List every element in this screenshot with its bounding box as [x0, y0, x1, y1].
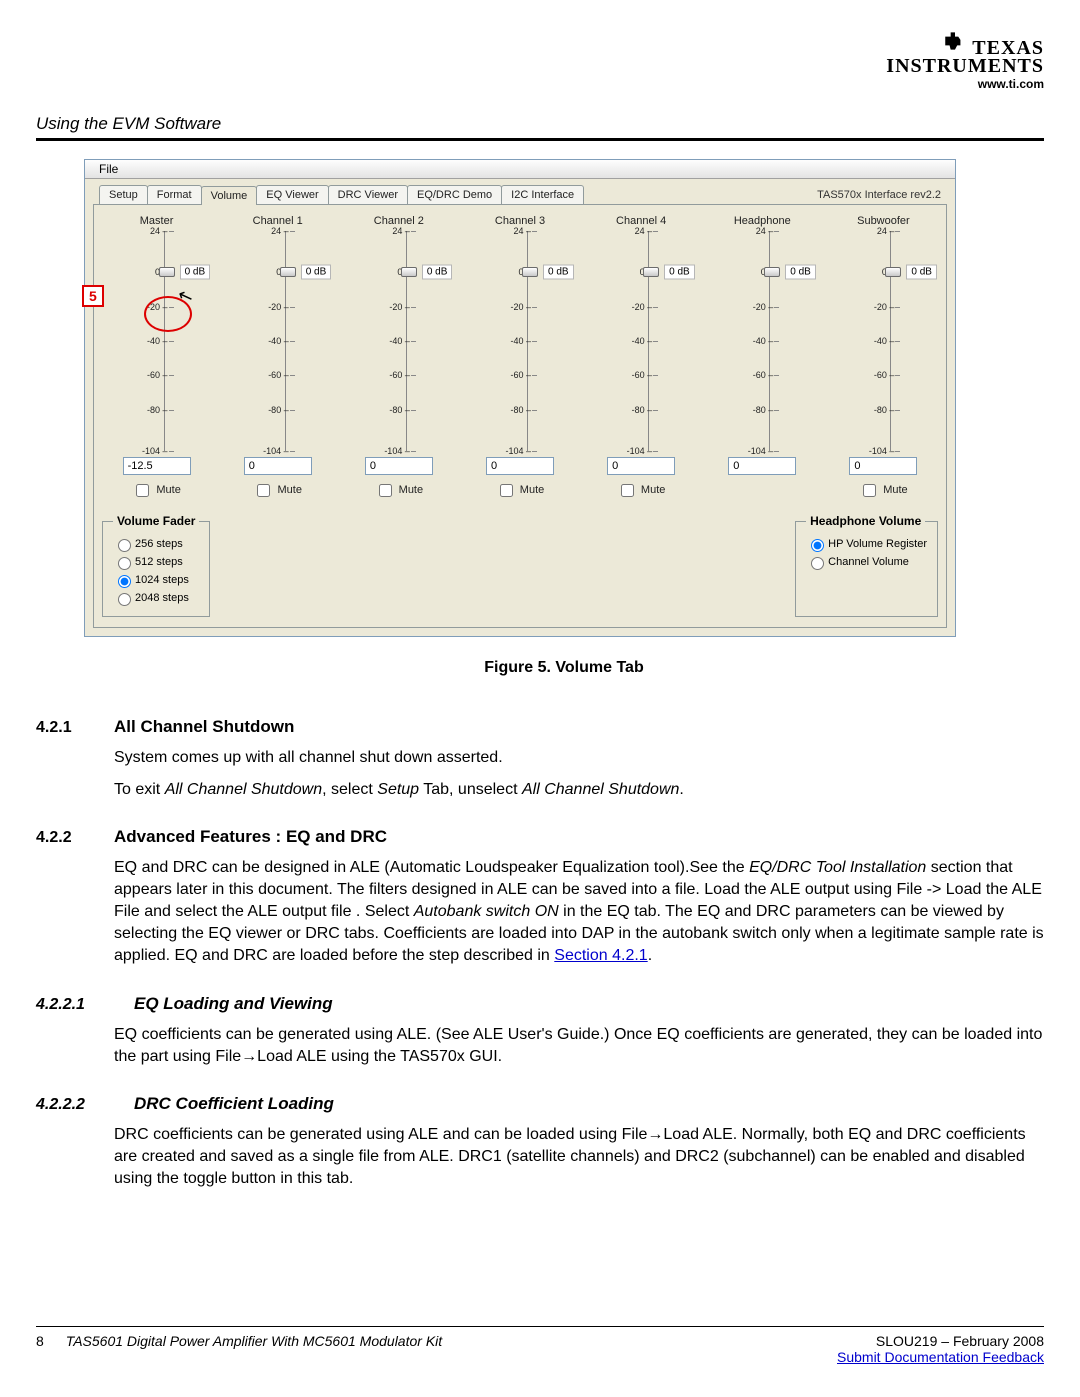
section-number: 4.2.2	[36, 829, 88, 847]
slider-value-input[interactable]	[123, 457, 191, 475]
gui-tabs: SetupFormatVolumeEQ ViewerDRC ViewerEQ/D…	[85, 179, 955, 204]
subsection-number: 4.2.2.2	[36, 1096, 108, 1114]
radio-1024-steps[interactable]: 1024 steps	[113, 572, 199, 588]
ti-chip-icon	[942, 28, 968, 54]
channel-subwoofer: Subwoofer24 –0 –-20 –-40 –-60 –-80 –-104…	[827, 215, 940, 500]
mute-checkbox[interactable]: Mute	[617, 484, 666, 496]
slider-badge: 0 dB	[906, 265, 937, 280]
mute-checkbox[interactable]: Mute	[496, 484, 545, 496]
slider-badge: 0 dB	[543, 265, 574, 280]
slider-badge: 0 dB	[785, 265, 816, 280]
tab-volume[interactable]: Volume	[201, 186, 258, 205]
tab-format[interactable]: Format	[147, 185, 202, 204]
slider-value-input[interactable]	[849, 457, 917, 475]
slider-badge: 0 dB	[664, 265, 695, 280]
cursor-icon: ↖	[174, 284, 195, 309]
headphone-volume-legend: Headphone Volume	[806, 514, 925, 528]
page-footer: 8 TAS5601 Digital Power Amplifier With M…	[36, 1320, 1044, 1365]
paragraph: To exit All Channel Shutdown, select Set…	[114, 779, 1044, 801]
gui-window: File SetupFormatVolumeEQ ViewerDRC Viewe…	[84, 159, 956, 637]
slider-value-input[interactable]	[365, 457, 433, 475]
channel-channel-4: Channel 424 –0 –-20 –-40 –-60 –-80 –-104…	[585, 215, 698, 500]
radio-512-steps[interactable]: 512 steps	[113, 554, 199, 570]
volume-fader-legend: Volume Fader	[113, 514, 199, 528]
slider-thumb[interactable]	[643, 267, 659, 277]
tab-eq-viewer[interactable]: EQ Viewer	[256, 185, 328, 204]
slider-thumb[interactable]	[159, 267, 175, 277]
paragraph: DRC coefficients can be generated using …	[114, 1124, 1044, 1190]
brand-url: www.ti.com	[978, 78, 1044, 90]
section-title: All Channel Shutdown	[114, 717, 294, 737]
footer-doc-id: SLOU219 – February 2008	[837, 1333, 1044, 1349]
radio-256-steps[interactable]: 256 steps	[113, 536, 199, 552]
slider-value-input[interactable]	[607, 457, 675, 475]
header-rule	[36, 138, 1044, 141]
slider-badge: 0 dB	[422, 265, 453, 280]
mute-checkbox[interactable]: Mute	[253, 484, 302, 496]
volume-fader-panel: Volume Fader 256 steps 512 steps 1024 step…	[102, 514, 210, 617]
section-number: 4.2.1	[36, 719, 88, 737]
figure-caption: Figure 5. Volume Tab	[84, 659, 1044, 677]
mute-checkbox[interactable]: Mute	[859, 484, 908, 496]
footer-page-number: 8	[36, 1333, 44, 1349]
radio-2048-steps[interactable]: 2048 steps	[113, 590, 199, 606]
slider-thumb[interactable]	[764, 267, 780, 277]
figure-callout-5: 5	[82, 285, 104, 307]
channel-channel-2: Channel 224 –0 –-20 –-40 –-60 –-80 –-104…	[342, 215, 455, 500]
slider-thumb[interactable]	[401, 267, 417, 277]
running-header: Using the EVM Software	[36, 114, 1044, 134]
gui-body: Master24 –0 –-20 –-40 –-60 –-80 –-104 –0…	[93, 204, 947, 628]
footer-doc-title: TAS5601 Digital Power Amplifier With MC5…	[66, 1333, 442, 1349]
mute-checkbox[interactable]: Mute	[132, 484, 181, 496]
menu-file[interactable]: File	[91, 160, 126, 178]
brand-instruments: INSTRUMENTS	[886, 56, 1044, 76]
tab-setup[interactable]: Setup	[99, 185, 148, 204]
section-title: Advanced Features : EQ and DRC	[114, 827, 387, 847]
slider-thumb[interactable]	[522, 267, 538, 277]
slider-value-input[interactable]	[244, 457, 312, 475]
channel-master: Master24 –0 –-20 –-40 –-60 –-80 –-104 –0…	[100, 215, 213, 500]
slider-thumb[interactable]	[280, 267, 296, 277]
subsection-number: 4.2.2.1	[36, 996, 108, 1014]
channel-channel-1: Channel 124 –0 –-20 –-40 –-60 –-80 –-104…	[221, 215, 334, 500]
slider-badge: 0 dB	[180, 265, 211, 280]
footer-feedback-link[interactable]: Submit Documentation Feedback	[837, 1349, 1044, 1365]
paragraph: System comes up with all channel shut do…	[114, 747, 1044, 769]
channel-headphone: Headphone24 –0 –-20 –-40 –-60 –-80 –-104…	[706, 215, 819, 500]
paragraph: EQ and DRC can be designed in ALE (Autom…	[114, 857, 1044, 967]
gui-title-right: TAS570x Interface rev2.2	[817, 189, 947, 201]
mute-checkbox[interactable]: Mute	[375, 484, 424, 496]
slider-badge: 0 dB	[301, 265, 332, 280]
radio-hp-volume-register[interactable]: HP Volume Register	[806, 536, 927, 552]
channel-channel-3: Channel 324 –0 –-20 –-40 –-60 –-80 –-104…	[463, 215, 576, 500]
subsection-title: EQ Loading and Viewing	[134, 994, 333, 1014]
slider-thumb[interactable]	[885, 267, 901, 277]
subsection-title: DRC Coefficient Loading	[134, 1094, 334, 1114]
slider-value-input[interactable]	[728, 457, 796, 475]
radio-channel-volume[interactable]: Channel Volume	[806, 554, 927, 570]
ti-logo: TEXAS INSTRUMENTS www.ti.com	[886, 28, 1044, 90]
headphone-volume-panel: Headphone Volume HP Volume Register Chann…	[795, 514, 938, 617]
slider-value-input[interactable]	[486, 457, 554, 475]
tab-eq-drc-demo[interactable]: EQ/DRC Demo	[407, 185, 502, 204]
paragraph: EQ coefficients can be generated using A…	[114, 1024, 1044, 1068]
tab-i2c-interface[interactable]: I2C Interface	[501, 185, 584, 204]
gui-menubar: File	[85, 160, 955, 179]
tab-drc-viewer[interactable]: DRC Viewer	[328, 185, 408, 204]
